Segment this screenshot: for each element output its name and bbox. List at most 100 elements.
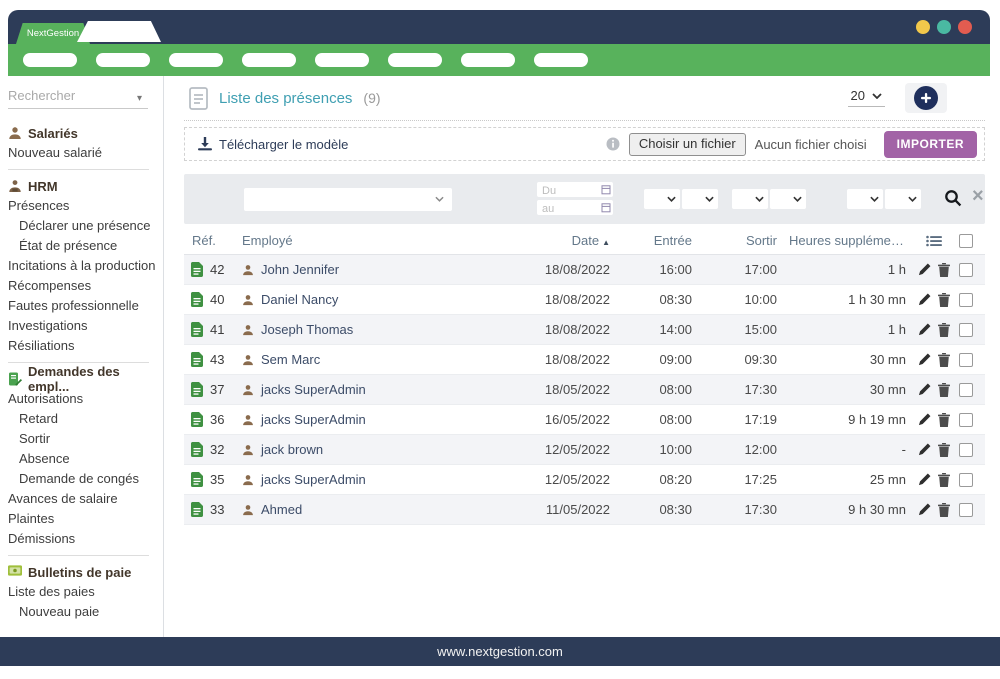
- row-checkbox[interactable]: [959, 503, 973, 517]
- sidebar-item[interactable]: Avances de salaire: [8, 489, 158, 509]
- column-header-overtime[interactable]: Heures supplémentaires: [789, 233, 914, 248]
- table-row: 35jacks SuperAdmin12/05/202208:2017:2525…: [184, 465, 985, 495]
- add-presence-button[interactable]: [905, 83, 947, 113]
- nav-menu-placeholder[interactable]: [315, 53, 369, 67]
- sidebar-group-header[interactable]: Bulletins de paie: [8, 562, 163, 582]
- mini-filter-select[interactable]: [847, 189, 883, 209]
- sidebar-divider: [8, 555, 149, 556]
- clear-filters-icon[interactable]: ×: [972, 185, 984, 208]
- sidebar-item[interactable]: Investigations: [8, 316, 158, 336]
- employee-link[interactable]: jacks SuperAdmin: [261, 472, 366, 487]
- column-options-icon[interactable]: [914, 235, 954, 247]
- edit-icon[interactable]: [918, 323, 931, 336]
- sidebar-item[interactable]: Absence: [8, 449, 169, 469]
- nav-menu-placeholder[interactable]: [461, 53, 515, 67]
- row-checkbox[interactable]: [959, 323, 973, 337]
- sidebar-item[interactable]: Sortir: [8, 429, 169, 449]
- sidebar-item[interactable]: Incitations à la production: [8, 256, 158, 276]
- sidebar-item[interactable]: Retard: [8, 409, 169, 429]
- sidebar-search-select[interactable]: Rechercher ▾: [8, 86, 148, 109]
- edit-icon[interactable]: [918, 413, 931, 426]
- nav-menu-placeholder[interactable]: [388, 53, 442, 67]
- mini-filter-select[interactable]: [644, 189, 680, 209]
- employee-link[interactable]: Joseph Thomas: [261, 322, 353, 337]
- window-control-2[interactable]: [958, 20, 972, 34]
- row-checkbox[interactable]: [959, 263, 973, 277]
- employee-link[interactable]: Sem Marc: [261, 352, 320, 367]
- sidebar-item[interactable]: Liste des paies: [8, 582, 158, 602]
- edit-icon[interactable]: [918, 293, 931, 306]
- row-checkbox[interactable]: [959, 473, 973, 487]
- employee-link[interactable]: jacks SuperAdmin: [261, 382, 366, 397]
- nav-menu-placeholder[interactable]: [242, 53, 296, 67]
- column-header-entry[interactable]: Entrée: [624, 233, 704, 248]
- choose-file-button[interactable]: Choisir un fichier: [629, 133, 746, 156]
- select-all-checkbox[interactable]: [959, 234, 973, 248]
- employee-cell: Sem Marc: [234, 352, 454, 367]
- chevron-down-icon: [435, 196, 444, 202]
- sidebar-group-header[interactable]: Demandes des empl...: [8, 369, 163, 389]
- delete-icon[interactable]: [938, 293, 950, 307]
- delete-icon[interactable]: [938, 473, 950, 487]
- row-checkbox[interactable]: [959, 293, 973, 307]
- employee-link[interactable]: Daniel Nancy: [261, 292, 338, 307]
- sidebar-item[interactable]: Nouveau salarié: [8, 143, 158, 163]
- mini-filter-select[interactable]: [732, 189, 768, 209]
- delete-icon[interactable]: [938, 353, 950, 367]
- browser-tab-placeholder[interactable]: [77, 21, 161, 42]
- row-checkbox[interactable]: [959, 383, 973, 397]
- column-header-exit[interactable]: Sortir: [704, 233, 789, 248]
- row-checkbox[interactable]: [959, 443, 973, 457]
- edit-icon[interactable]: [918, 443, 931, 456]
- window-control-0[interactable]: [916, 20, 930, 34]
- sidebar-item[interactable]: Demande de congés: [8, 469, 169, 489]
- sidebar-item[interactable]: Déclarer une présence: [8, 216, 169, 236]
- mini-filter-select[interactable]: [682, 189, 718, 209]
- employee-link[interactable]: jack brown: [261, 442, 323, 457]
- edit-icon[interactable]: [918, 383, 931, 396]
- delete-icon[interactable]: [938, 503, 950, 517]
- delete-icon[interactable]: [938, 443, 950, 457]
- import-button[interactable]: IMPORTER: [884, 131, 977, 158]
- page-size-select[interactable]: 20: [848, 88, 885, 107]
- row-checkbox[interactable]: [959, 413, 973, 427]
- user-icon: [242, 444, 254, 456]
- column-header-ref[interactable]: Réf.: [184, 233, 234, 248]
- edit-icon[interactable]: [918, 473, 931, 486]
- delete-icon[interactable]: [938, 323, 950, 337]
- nav-menu-placeholder[interactable]: [96, 53, 150, 67]
- delete-icon[interactable]: [938, 263, 950, 277]
- column-header-date[interactable]: Date▲: [454, 233, 624, 248]
- ref-cell: 42: [184, 262, 234, 277]
- sidebar-group-header[interactable]: HRM: [8, 176, 163, 196]
- sidebar-item[interactable]: Plaintes: [8, 509, 158, 529]
- row-checkbox[interactable]: [959, 353, 973, 367]
- file-icon: [191, 502, 203, 517]
- sidebar-item[interactable]: Nouveau paie: [8, 602, 169, 622]
- edit-icon[interactable]: [918, 263, 931, 276]
- window-control-1[interactable]: [937, 20, 951, 34]
- mini-filter-select[interactable]: [885, 189, 921, 209]
- sidebar-item[interactable]: Démissions: [8, 529, 158, 549]
- nav-menu-placeholder[interactable]: [23, 53, 77, 67]
- nav-menu-placeholder[interactable]: [169, 53, 223, 67]
- download-template-link[interactable]: Télécharger le modèle: [198, 137, 348, 152]
- employee-link[interactable]: John Jennifer: [261, 262, 339, 277]
- employee-link[interactable]: jacks SuperAdmin: [261, 412, 366, 427]
- sidebar-item[interactable]: Résiliations: [8, 336, 158, 356]
- delete-icon[interactable]: [938, 413, 950, 427]
- edit-icon[interactable]: [918, 353, 931, 366]
- edit-icon[interactable]: [918, 503, 931, 516]
- sidebar-item[interactable]: Présences: [8, 196, 158, 216]
- employee-filter-select[interactable]: [244, 188, 452, 211]
- mini-filter-select[interactable]: [770, 189, 806, 209]
- employee-link[interactable]: Ahmed: [261, 502, 302, 517]
- sidebar-item[interactable]: Fautes professionnelle: [8, 296, 158, 316]
- delete-icon[interactable]: [938, 383, 950, 397]
- sidebar-group-header[interactable]: Salariés: [8, 123, 163, 143]
- column-header-employee[interactable]: Employé: [234, 233, 454, 248]
- search-icon[interactable]: [944, 189, 962, 207]
- nav-menu-placeholder[interactable]: [534, 53, 588, 67]
- sidebar-item[interactable]: Récompenses: [8, 276, 158, 296]
- sidebar-item[interactable]: État de présence: [8, 236, 169, 256]
